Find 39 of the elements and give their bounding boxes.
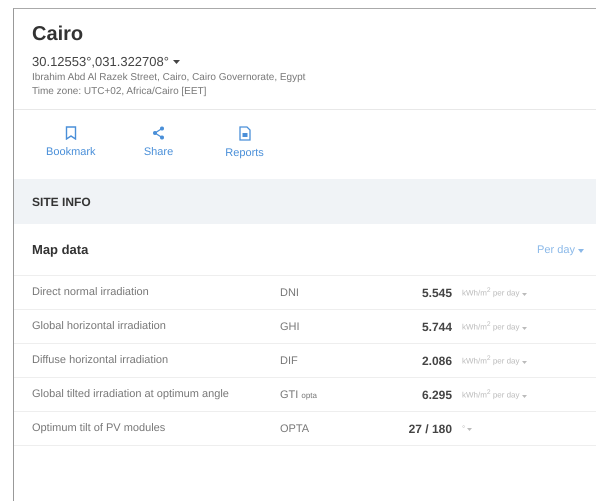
parameter-value: 2.086: [420, 354, 452, 368]
caret-icon: [522, 326, 527, 330]
location-title: Cairo: [32, 23, 84, 46]
caret-icon: [578, 248, 584, 252]
bookmark-button[interactable]: Bookmark: [42, 122, 100, 163]
parameter-name: Global tilted irradiation at optimum angle: [32, 387, 230, 402]
parameter-value: 5.545: [420, 286, 452, 300]
parameter-name: Diffuse horizontal irradiation: [32, 353, 170, 368]
period-dropdown[interactable]: Per day: [537, 244, 584, 256]
parameter-value: 27 / 180: [408, 422, 452, 436]
parameter-name: Optimum tilt of PV modules: [32, 421, 166, 436]
parameter-name: Direct normal irradiation: [32, 285, 150, 300]
unit-dropdown[interactable]: kWh/m$^{2}$ per day: [452, 355, 527, 366]
parameter-abbreviation: DIF: [280, 354, 299, 366]
share-icon: [152, 126, 166, 140]
map-data-title: Map data: [32, 242, 88, 257]
share-button[interactable]: Share: [132, 122, 186, 163]
unit-dropdown[interactable]: kWh/m$^{2}$ per day: [452, 321, 527, 332]
parameter-abbreviation: GHI: [280, 320, 301, 332]
parameter-abbreviation: DNI: [280, 286, 300, 298]
caret-icon: [522, 292, 527, 296]
caret-icon[interactable]: [172, 60, 180, 64]
unit-dropdown[interactable]: °: [452, 424, 472, 433]
address-text: Ibrahim Abd Al Razek Street, Cairo, Cairo Governorate, Egypt: [32, 72, 306, 83]
coordinates-text: 30.12553°,031.322708°: [32, 54, 169, 69]
timezone-text: Time zone: UTC+02, Africa/Cairo [EET]: [32, 86, 208, 97]
caret-icon: [522, 394, 527, 398]
parameter-name: Global horizontal irradiation: [32, 319, 167, 334]
parameter-value: 5.744: [420, 320, 452, 334]
document-icon: [238, 126, 251, 141]
section-header: SITE INFO: [14, 179, 596, 224]
reports-button[interactable]: Reports: [218, 122, 272, 163]
caret-icon: [467, 428, 472, 431]
parameter-value: 6.295: [420, 388, 452, 402]
parameter-abbreviation: OPTA: [280, 422, 310, 434]
caret-icon: [522, 360, 527, 364]
bookmark-icon: [64, 126, 77, 140]
unit-dropdown[interactable]: kWh/m$^{2}$ per day: [452, 287, 527, 298]
unit-dropdown[interactable]: kWh/m$^{2}$ per day: [452, 389, 527, 400]
